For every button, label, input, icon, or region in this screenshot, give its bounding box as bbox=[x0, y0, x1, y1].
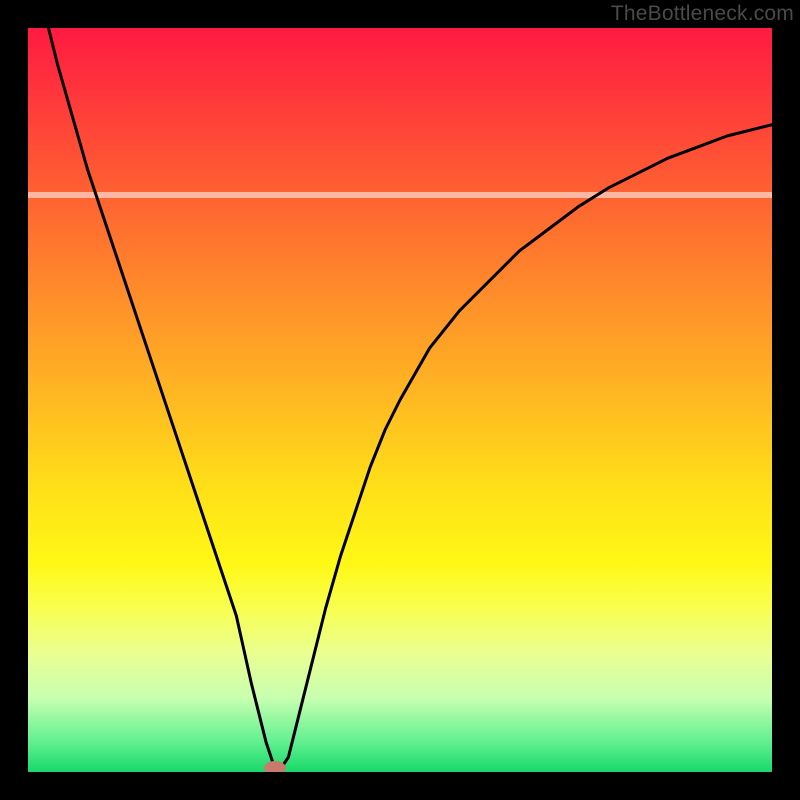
plot-area bbox=[28, 28, 772, 772]
chart-canvas: TheBottleneck.com bbox=[0, 0, 800, 800]
minimum-marker bbox=[264, 761, 286, 772]
watermark-text: TheBottleneck.com bbox=[611, 2, 794, 26]
bottleneck-curve bbox=[28, 28, 772, 772]
